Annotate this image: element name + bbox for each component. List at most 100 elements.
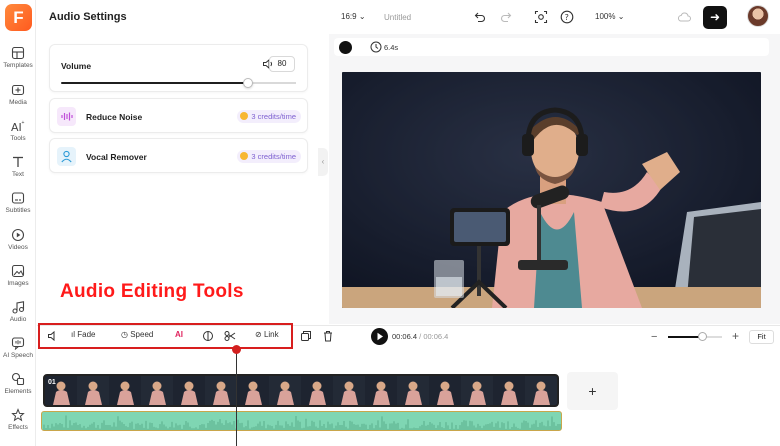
clip-thumbnails (45, 376, 557, 405)
left-nav: F Templates Media AI + Tools Text Subtitl… (0, 0, 36, 446)
volume-input[interactable]: 80 (269, 56, 295, 72)
reduce-noise-label: Reduce Noise (86, 112, 143, 122)
playhead-line (236, 347, 237, 446)
credits-badge: 3 credits/time (237, 150, 301, 163)
zoom-select[interactable]: 100% ⌄ (595, 12, 624, 21)
clip-thumbnail-figure (248, 381, 258, 391)
nav-text[interactable]: Text (0, 155, 36, 189)
clip-thumbnail-figure (504, 381, 514, 391)
fit-button[interactable]: Fit (749, 330, 774, 344)
aspect-ratio-select[interactable]: 16:9 ⌄ (341, 12, 366, 21)
nav-templates[interactable]: Templates (0, 46, 36, 80)
ai-speech-icon (11, 337, 25, 350)
volume-label: Volume (61, 61, 92, 71)
video-preview[interactable] (342, 72, 761, 308)
reduce-noise-icon-bg (57, 107, 76, 126)
nav-media[interactable]: Media (0, 83, 36, 117)
nav-ai-speech[interactable]: AI Speech (0, 336, 36, 370)
nav-label: Audio (9, 316, 27, 323)
timeline-zoom-slider[interactable] (668, 336, 702, 338)
playhead-handle[interactable] (232, 345, 241, 354)
svg-text:+: + (22, 120, 25, 126)
clip-thumbnail-figure (184, 381, 194, 391)
panel-title: Audio Settings (49, 11, 127, 23)
clip-duration[interactable]: 6.4s (384, 43, 398, 52)
export-button[interactable]: ➜ (703, 6, 727, 29)
app-logo[interactable]: F (5, 4, 32, 31)
nav-label: Text (12, 171, 24, 178)
svg-text:?: ? (565, 13, 569, 22)
help-icon[interactable]: ? (560, 10, 574, 24)
elements-icon (11, 372, 25, 386)
total-time: 00:06.4 (423, 332, 449, 341)
duplicate-icon[interactable] (300, 330, 312, 342)
editing-tools-highlight (38, 323, 293, 349)
clip-thumbnail-figure (472, 381, 482, 391)
volume-slider-track[interactable] (249, 82, 296, 84)
text-icon (13, 156, 23, 167)
svg-text:AI: AI (11, 121, 22, 133)
audio-track[interactable] (41, 411, 562, 431)
volume-slider-fill (61, 82, 249, 84)
clip-thumbnail-figure (312, 381, 322, 391)
chevron-down-icon: ⌄ (617, 12, 625, 21)
clip-thumbnail-figure (536, 381, 546, 391)
nav-videos[interactable]: Videos (0, 228, 36, 262)
screen-capture-icon[interactable] (534, 10, 548, 24)
video-clip[interactable]: 01 (43, 374, 559, 407)
volume-card: Volume 80 (49, 44, 308, 92)
ai-tools-icon: AI + (11, 120, 25, 133)
nav-label: Templates (3, 62, 33, 69)
nav-images[interactable]: Images (0, 264, 36, 298)
clip-thumbnail-figure (408, 381, 418, 391)
chevron-down-icon: ⌄ (358, 12, 366, 21)
reduce-noise-card[interactable]: Reduce Noise 3 credits/time (49, 98, 308, 133)
nav-effects[interactable]: Effects (0, 408, 36, 442)
person-icon (61, 150, 72, 163)
nav-elements[interactable]: Elements (0, 372, 36, 406)
nav-audio[interactable]: Audio (0, 300, 36, 334)
vocal-remover-card[interactable]: Vocal Remover 3 credits/time (49, 138, 308, 173)
video-frame (342, 72, 761, 308)
nav-subtitles[interactable]: Subtitles (0, 191, 36, 225)
play-button[interactable] (371, 328, 388, 345)
templates-icon (11, 46, 25, 60)
clip-thumbnail-figure (56, 381, 66, 391)
add-clip-button[interactable]: + (567, 372, 618, 410)
nav-label: Images (7, 280, 29, 287)
nav-label: Effects (8, 424, 28, 431)
canvas-toolbar (334, 38, 769, 56)
clip-thumbnail-figure (376, 381, 386, 391)
nav-label: Tools (10, 135, 26, 142)
project-name[interactable]: Untitled (384, 13, 411, 22)
clip-thumbnail-figure (152, 381, 162, 391)
current-time: 00:06.4 (392, 332, 418, 341)
zoom-in-button[interactable]: + (732, 329, 739, 343)
vocal-remover-icon-bg (57, 147, 76, 166)
nav-tools[interactable]: AI + Tools (0, 119, 36, 153)
zoom-out-button[interactable]: − (651, 331, 657, 343)
images-icon (11, 264, 25, 278)
overlay-title: Audio Editing Tools (60, 281, 244, 302)
nav-label: Media (9, 99, 27, 106)
user-avatar[interactable] (747, 5, 769, 27)
clip-thumbnail-figure (440, 381, 450, 391)
effects-icon (11, 408, 25, 422)
background-color-swatch[interactable] (339, 41, 352, 54)
collapse-panel-button[interactable]: ‹ (318, 148, 328, 176)
timeline-zoom-handle[interactable] (698, 332, 707, 341)
audio-waveform (43, 415, 561, 430)
time-readout: 00:06.4 / 00:06.4 (392, 332, 449, 341)
clip-thumbnail-figure (344, 381, 354, 391)
vocal-remover-label: Vocal Remover (86, 152, 147, 162)
media-icon (11, 84, 25, 96)
undo-icon[interactable] (474, 11, 486, 23)
clip-thumbnail-figure (280, 381, 290, 391)
volume-slider-handle[interactable] (243, 78, 253, 88)
waveform-icon (61, 112, 73, 121)
redo-icon[interactable] (500, 11, 512, 23)
clip-thumbnail-figure (88, 381, 98, 391)
clock-icon (370, 41, 382, 53)
delete-icon[interactable] (322, 330, 334, 342)
cloud-icon[interactable] (677, 11, 691, 23)
